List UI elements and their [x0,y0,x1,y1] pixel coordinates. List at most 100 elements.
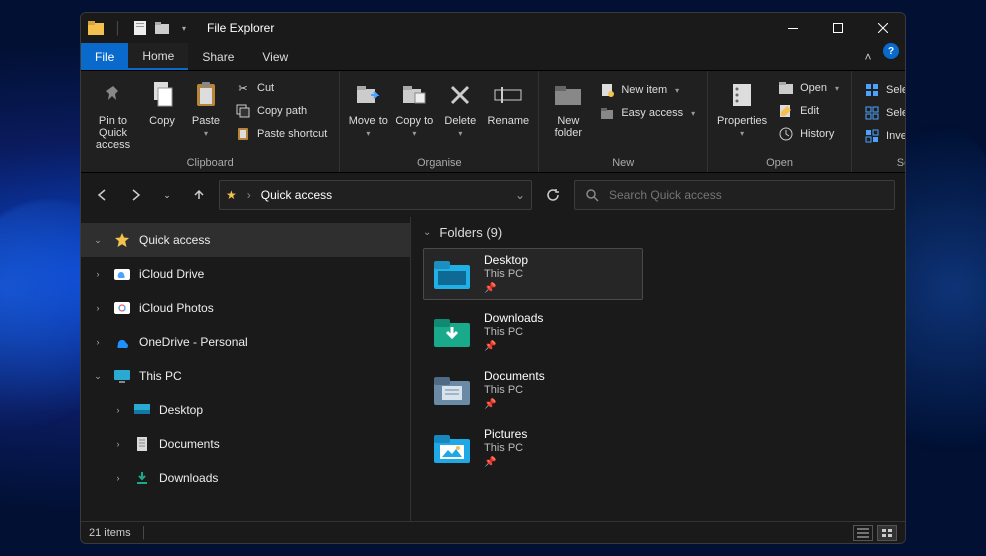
expander-icon[interactable]: ⌄ [91,371,105,382]
select-all-button[interactable]: Select all [858,79,906,101]
refresh-button[interactable] [540,180,566,210]
details-view-button[interactable] [853,525,873,541]
chevron-down-icon: ▾ [412,129,416,138]
group-organise: Move to ▾ Copy to ▾ Delete ▾ Rename [340,71,539,172]
pin-icon [97,79,129,111]
breadcrumb[interactable]: Quick access [261,188,332,202]
folder-pictures[interactable]: PicturesThis PC📌 [423,422,643,474]
copy-button[interactable]: Copy [141,75,183,153]
folders-section-header[interactable]: ⌄ Folders (9) [423,225,893,240]
sidebar-item-onedrive-personal[interactable]: ›OneDrive - Personal [81,325,410,359]
address-bar[interactable]: ★ › Quick access ⌄ [219,180,532,210]
paste-button[interactable]: Paste ▾ [185,75,227,153]
group-label-organise: Organise [340,157,538,172]
new-folder-button[interactable]: New folder [545,75,591,153]
expander-icon[interactable]: › [111,439,125,449]
large-icons-view-button[interactable] [877,525,897,541]
sidebar-item-desktop[interactable]: › Desktop [81,393,410,427]
paste-shortcut-icon [235,126,251,142]
qat-folder-icon[interactable] [153,19,171,37]
rename-button[interactable]: Rename [484,75,532,153]
sidebar-item-label: iCloud Drive [139,267,204,281]
content-pane[interactable]: ⌄ Folders (9) DesktopThis PC📌 DownloadsTh… [411,217,905,521]
copy-path-button[interactable]: Copy path [229,100,333,122]
navigation-pane[interactable]: ⌄Quick access › iCloud Drive › iCloud Photos… [81,217,411,521]
onedrive-icon [113,333,131,351]
chevron-down-icon[interactable]: ⌄ [515,188,525,202]
delete-button[interactable]: Delete ▾ [438,75,482,153]
forward-button[interactable] [123,183,147,207]
cut-button[interactable]: ✂Cut [229,77,333,99]
expander-icon[interactable]: › [91,269,105,279]
folder-location: This PC [484,268,528,282]
sidebar-item-icloud-drive[interactable]: › iCloud Drive [81,257,410,291]
open-button[interactable]: Open▾ [772,77,845,99]
folder-desktop[interactable]: DesktopThis PC📌 [423,248,643,300]
sidebar-item-label: iCloud Photos [139,301,214,315]
sidebar-item-downloads[interactable]: ›Downloads [81,461,410,495]
qat-new-doc-icon[interactable] [131,19,149,37]
search-icon [585,188,599,202]
pin-to-quick-access-button[interactable]: Pin to Quick access [87,75,139,153]
easy-access-button[interactable]: Easy access▾ [593,102,701,124]
maximize-button[interactable] [815,13,860,43]
ribbon: Pin to Quick access Copy Paste ▾ ✂Cut Co… [81,71,905,173]
search-box[interactable] [574,180,895,210]
tab-view[interactable]: View [248,43,302,70]
invert-selection-button[interactable]: Invert selection [858,125,906,147]
expander-icon[interactable]: › [91,337,105,347]
open-icon [778,80,794,96]
select-none-icon [864,105,880,121]
expander-icon[interactable]: › [111,473,125,483]
window-title: File Explorer [207,21,274,35]
properties-button[interactable]: Properties ▾ [714,75,770,153]
chevron-down-icon: ▾ [458,129,462,138]
copy-icon [146,79,178,111]
folder-location: This PC [484,326,543,340]
tab-file[interactable]: File [81,43,128,70]
sidebar-item-icloud-photos[interactable]: › iCloud Photos [81,291,410,325]
collapse-ribbon-button[interactable]: ˄ [855,43,881,70]
edit-button[interactable]: Edit [772,100,845,122]
copy-to-icon [398,79,430,111]
new-item-button[interactable]: New item▾ [593,79,701,101]
back-button[interactable] [91,183,115,207]
sidebar-item-label: This PC [139,369,182,383]
folder-documents[interactable]: DocumentsThis PC📌 [423,364,643,416]
expander-icon[interactable]: › [111,405,125,415]
search-input[interactable] [609,188,884,202]
help-button[interactable]: ? [883,43,899,59]
desktop-icon [133,401,151,419]
expander-icon[interactable]: › [91,303,105,313]
tab-share[interactable]: Share [188,43,248,70]
sidebar-item-this-pc[interactable]: ⌄ This PC [81,359,410,393]
easy-access-icon [599,105,615,121]
sidebar-item-label: Desktop [159,403,203,417]
sidebar-item-documents[interactable]: ›Documents [81,427,410,461]
history-button[interactable]: History [772,123,845,145]
minimize-button[interactable] [770,13,815,43]
titlebar: │ ▾ File Explorer [81,13,905,43]
delete-icon [444,79,476,111]
icloud-photos-icon [113,299,131,317]
tab-home[interactable]: Home [128,43,188,70]
status-bar: 21 items │ [81,521,905,543]
pc-icon [113,367,131,385]
star-icon: ★ [226,188,237,202]
close-button[interactable] [860,13,905,43]
expander-icon[interactable]: ⌄ [91,235,105,246]
recent-locations-button[interactable]: ⌄ [155,183,179,207]
qat-dropdown-icon[interactable]: ▾ [175,19,193,37]
up-button[interactable] [187,183,211,207]
folder-location: This PC [484,384,545,398]
copy-to-button[interactable]: Copy to ▾ [392,75,436,153]
file-explorer-window: │ ▾ File Explorer File Home Share View ˄… [80,12,906,544]
paste-shortcut-button[interactable]: Paste shortcut [229,123,333,145]
paste-icon [190,79,222,111]
move-to-button[interactable]: Move to ▾ [346,75,390,153]
star-icon [113,231,131,249]
select-none-button[interactable]: Select none [858,102,906,124]
properties-icon [726,79,758,111]
folder-downloads[interactable]: DownloadsThis PC📌 [423,306,643,358]
sidebar-item-quick-access[interactable]: ⌄Quick access [81,223,410,257]
